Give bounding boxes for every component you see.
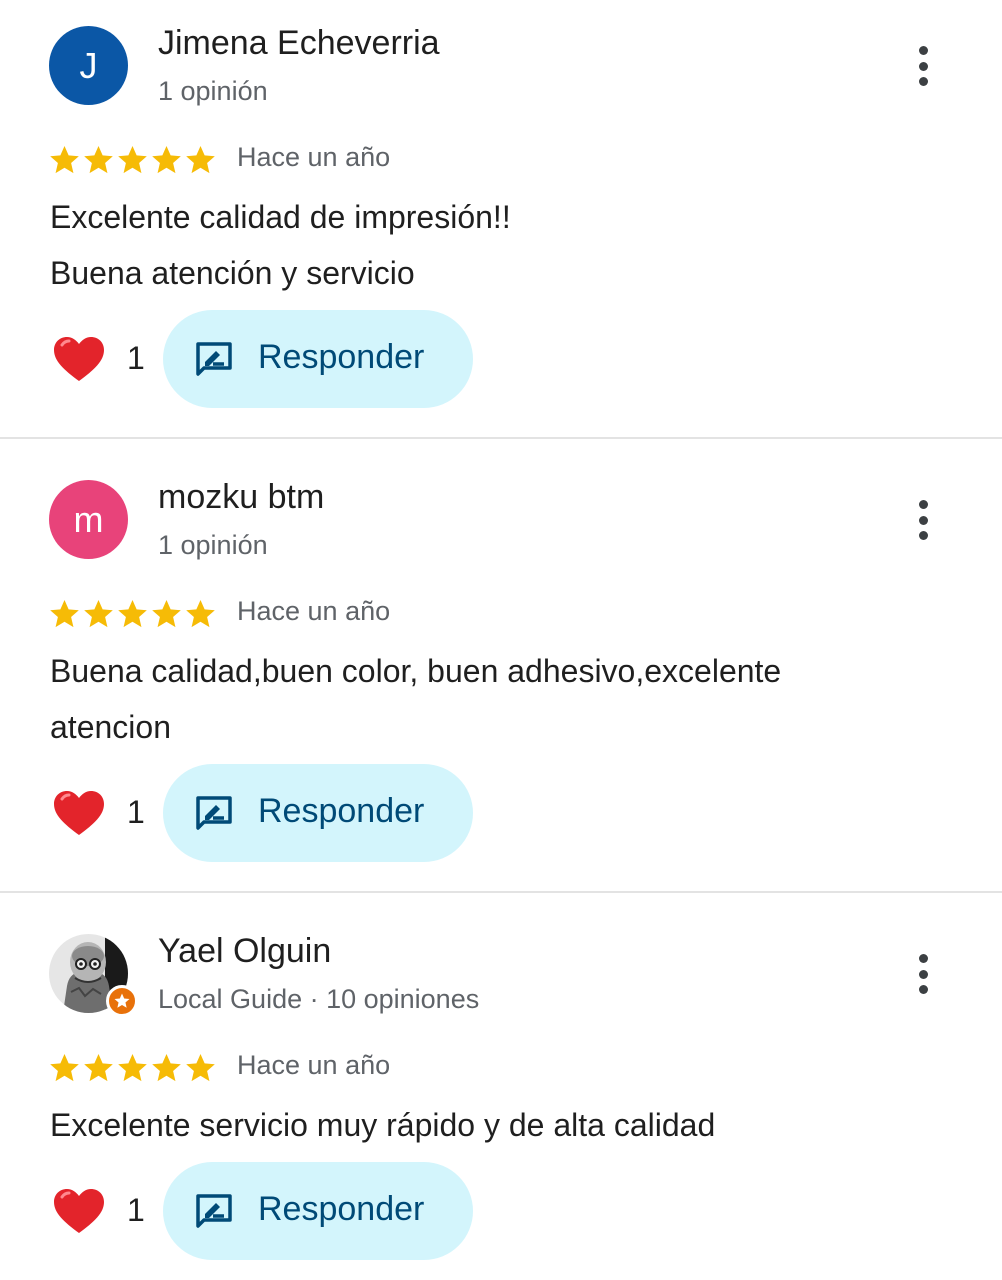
star-icon bbox=[186, 599, 215, 628]
review-card: Yael Olguin Local Guide · 10 opiniones H… bbox=[0, 894, 1002, 1280]
local-guide-star-icon bbox=[106, 985, 138, 1017]
reviewer-name[interactable]: Yael Olguin bbox=[158, 932, 331, 971]
reply-button-label: Responder bbox=[258, 1190, 425, 1228]
star-icon bbox=[118, 599, 147, 628]
reviewer-meta: Local Guide · 10 opiniones bbox=[158, 984, 480, 1014]
review-date: Hace un año bbox=[237, 142, 391, 172]
review-text-line: Buena calidad,buen color, buen adhesivo,… bbox=[50, 653, 782, 689]
star-icon bbox=[50, 599, 79, 628]
rate-review-icon bbox=[196, 342, 232, 376]
review-text-line: Excelente calidad de impresión!! bbox=[50, 199, 511, 235]
reviewer-meta: 1 opinión bbox=[158, 530, 268, 560]
more-vert-icon[interactable] bbox=[905, 46, 941, 86]
star-rating bbox=[48, 1051, 217, 1085]
review-text: Excelente servicio muy rápido y de alta … bbox=[50, 1097, 930, 1153]
star-icon bbox=[118, 145, 147, 174]
divider bbox=[0, 891, 1002, 893]
star-icon bbox=[152, 145, 181, 174]
avatar[interactable]: J bbox=[49, 26, 128, 105]
star-rating bbox=[48, 143, 217, 177]
rate-review-icon bbox=[196, 1194, 232, 1228]
review-date: Hace un año bbox=[237, 1050, 391, 1080]
like-count: 1 bbox=[127, 794, 145, 830]
star-icon bbox=[84, 1053, 113, 1082]
star-icon bbox=[50, 1053, 79, 1082]
reply-button[interactable]: Responder bbox=[163, 310, 473, 408]
more-vert-icon[interactable] bbox=[905, 500, 941, 540]
like-count: 1 bbox=[127, 340, 145, 376]
review-text: Excelente calidad de impresión!! Buena a… bbox=[50, 189, 930, 301]
review-text-line: Excelente servicio muy rápido y de alta … bbox=[50, 1107, 716, 1143]
divider bbox=[0, 437, 1002, 439]
reviewer-name[interactable]: mozku btm bbox=[158, 478, 324, 517]
star-icon bbox=[152, 599, 181, 628]
reply-button[interactable]: Responder bbox=[163, 764, 473, 862]
star-icon bbox=[152, 1053, 181, 1082]
heart-icon[interactable] bbox=[52, 335, 106, 383]
review-card: m mozku btm 1 opinión Hace un año Buena … bbox=[0, 440, 1002, 892]
star-icon bbox=[50, 145, 79, 174]
reviewer-name[interactable]: Jimena Echeverria bbox=[158, 24, 440, 63]
star-icon bbox=[186, 1053, 215, 1082]
star-icon bbox=[118, 1053, 147, 1082]
more-vert-icon[interactable] bbox=[905, 954, 941, 994]
star-icon bbox=[84, 145, 113, 174]
review-text: Buena calidad,buen color, buen adhesivo,… bbox=[50, 643, 930, 755]
star-rating bbox=[48, 597, 217, 631]
review-card: J Jimena Echeverria 1 opinión Hace un añ… bbox=[0, 0, 1002, 438]
reviewer-meta: 1 opinión bbox=[158, 76, 268, 106]
star-icon bbox=[186, 145, 215, 174]
reply-button-label: Responder bbox=[258, 338, 425, 376]
review-date: Hace un año bbox=[237, 596, 391, 626]
heart-icon[interactable] bbox=[52, 789, 106, 837]
rate-review-icon bbox=[196, 796, 232, 830]
like-count: 1 bbox=[127, 1192, 145, 1228]
review-text-line: Buena atención y servicio bbox=[50, 255, 415, 291]
heart-icon[interactable] bbox=[52, 1187, 106, 1235]
reply-button[interactable]: Responder bbox=[163, 1162, 473, 1260]
avatar[interactable]: m bbox=[49, 480, 128, 559]
review-text-line: atencion bbox=[50, 709, 171, 745]
star-icon bbox=[84, 599, 113, 628]
reply-button-label: Responder bbox=[258, 792, 425, 830]
